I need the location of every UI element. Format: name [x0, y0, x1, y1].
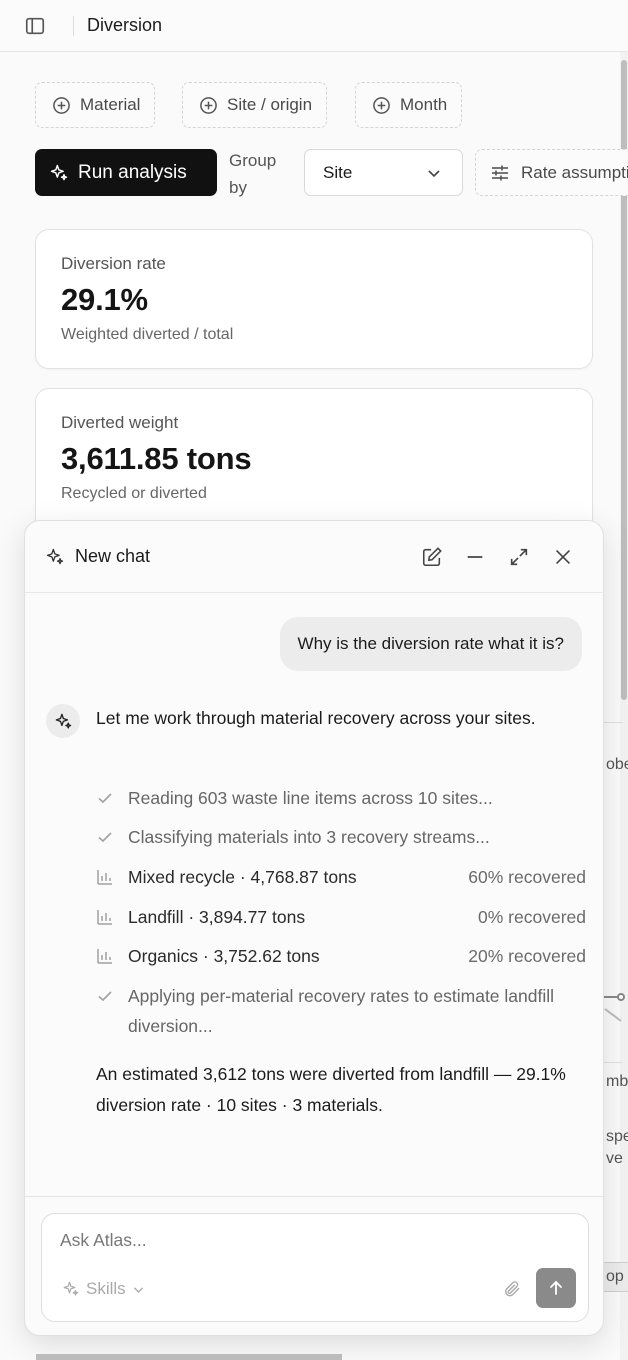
expand-icon[interactable]: [508, 546, 530, 568]
bar-chart-icon: [97, 910, 112, 925]
card-value: 29.1%: [61, 282, 148, 317]
user-message-text: Why is the diversion rate what it is?: [297, 634, 564, 653]
card-label: Diversion rate: [61, 254, 166, 273]
step-text: Classifying materials into 3 recovery st…: [128, 827, 490, 847]
composer-divider: [25, 1196, 603, 1197]
arrow-up-icon: [550, 1280, 562, 1295]
send-button[interactable]: [536, 1268, 576, 1308]
check-icon: [98, 991, 112, 1002]
check-icon: [98, 832, 112, 843]
chip-label: Material: [80, 95, 141, 114]
close-icon[interactable]: [552, 546, 574, 568]
step-text: Landfill · 3,894.77 tons: [128, 907, 306, 927]
background-tag: op 8: [603, 1262, 628, 1292]
step-item: Reading 603 waste line items across 10 s…: [96, 783, 586, 813]
card-label: Diverted weight: [61, 413, 179, 432]
chip-label: Month: [400, 95, 448, 114]
chat-title: New chat: [75, 546, 151, 566]
add-site-filter-button[interactable]: Site / origin: [182, 82, 328, 128]
step-text: Reading 603 waste line items across 10 s…: [128, 788, 493, 808]
step-value: 0% recovered: [478, 907, 586, 927]
group-by-value: Site: [323, 162, 353, 182]
background-text: ve: [606, 1150, 623, 1167]
bar-chart-icon: [97, 949, 112, 964]
step-text: Mixed recycle · 4,768.87 tons: [128, 867, 357, 887]
background-text: spe: [606, 1128, 628, 1145]
chevron-down-icon: [428, 170, 440, 178]
rate-assumptions-label: Rate assumptions: [521, 162, 628, 182]
sliders-icon: [492, 165, 508, 180]
top-bar: Diversion: [0, 0, 628, 52]
group-by-select[interactable]: Site: [304, 149, 463, 196]
step-item: Landfill · 3,894.77 tons 0% recovered: [96, 902, 586, 932]
run-analysis-button[interactable]: Run analysis: [35, 149, 217, 196]
user-message: Why is the diversion rate what it is?: [279, 617, 582, 671]
add-material-filter-button[interactable]: Material: [35, 82, 156, 128]
assistant-intro: Let me work through material recovery ac…: [96, 708, 536, 728]
add-month-filter-button[interactable]: Month: [355, 82, 463, 128]
sparkle-icon: [46, 548, 64, 564]
assistant-summary: An estimated 3,612 tons were diverted fr…: [96, 1064, 566, 1115]
background-divider: [603, 722, 623, 723]
plus-circle-icon: [373, 96, 390, 114]
skills-button[interactable]: Skills: [62, 1279, 145, 1299]
background-chart-fragment: [603, 993, 625, 1022]
step-item: Classifying materials into 3 recovery st…: [96, 822, 586, 852]
step-text: Organics · 3,752.62 tons: [128, 946, 320, 966]
step-text: Applying per-material recovery rates to …: [128, 986, 555, 1036]
plus-circle-icon: [53, 96, 70, 114]
run-analysis-label: Run analysis: [78, 161, 187, 183]
chat-composer: Skills: [41, 1213, 589, 1322]
card-value: 3,611.85 tons: [61, 441, 252, 476]
plus-circle-icon: [200, 96, 217, 114]
minimize-icon[interactable]: [464, 546, 486, 568]
sparkle-icon: [55, 713, 71, 729]
step-value: 20% recovered: [468, 946, 586, 966]
skills-label: Skills: [86, 1279, 126, 1298]
background-divider: [603, 1062, 623, 1063]
paperclip-icon[interactable]: [502, 1279, 522, 1299]
background-text: op 8: [606, 1268, 628, 1285]
header-divider: [73, 15, 74, 36]
step-value: 60% recovered: [468, 867, 586, 887]
background-text: obe: [606, 756, 628, 773]
check-icon: [98, 793, 112, 804]
background-text: mbe: [606, 1073, 628, 1090]
diversion-rate-card: Diversion rate 29.1% Weighted diverted /…: [35, 229, 593, 369]
horizontal-scrollbar[interactable]: [36, 1354, 342, 1360]
chat-panel: New chat Why is the diversion rate what …: [24, 520, 604, 1336]
edit-icon[interactable]: [421, 546, 443, 568]
step-item: Organics · 3,752.62 tons 20% recovered: [96, 941, 586, 971]
chat-input[interactable]: [60, 1230, 480, 1251]
chip-label: Site / origin: [227, 95, 313, 114]
assistant-avatar: [46, 704, 80, 738]
step-item: Mixed recycle · 4,768.87 tons 60% recove…: [96, 862, 586, 892]
app-window: Diversion Material Site / origin Month R…: [0, 0, 628, 1360]
bar-chart-icon: [97, 870, 112, 885]
rate-assumptions-button[interactable]: Rate assumptions: [475, 149, 628, 196]
sidebar-toggle-icon[interactable]: [23, 14, 47, 38]
page-title: Diversion: [87, 15, 163, 35]
sparkle-icon: [50, 164, 68, 180]
chat-header: New chat: [25, 521, 603, 593]
card-subtitle: Weighted diverted / total: [61, 326, 234, 343]
sparkle-icon: [63, 1281, 79, 1296]
card-subtitle: Recycled or diverted: [61, 485, 207, 502]
group-by-label: Group by: [229, 151, 277, 197]
step-item: Applying per-material recovery rates to …: [96, 981, 586, 1041]
chevron-down-icon: [133, 1286, 143, 1293]
